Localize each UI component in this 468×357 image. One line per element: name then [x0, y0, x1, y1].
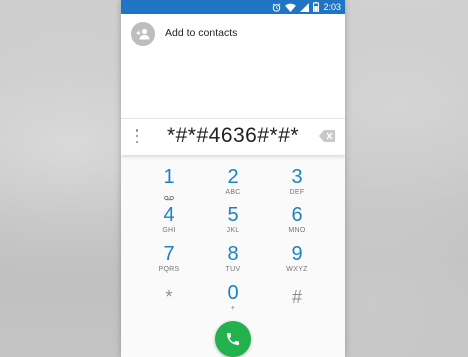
dial-key-0[interactable]: 0 +	[201, 282, 265, 320]
dial-key-letters: JKL	[226, 227, 240, 234]
dial-key-letters: WXYZ	[286, 266, 308, 273]
dial-key-5[interactable]: 5 JKL	[201, 204, 265, 242]
dial-key-digit: 2	[227, 166, 239, 188]
dial-key-digit: 8	[227, 243, 239, 265]
dial-key-letters: DEF	[289, 189, 305, 196]
dial-key-7[interactable]: 7 PQRS	[137, 243, 201, 281]
dial-key-letters: PQRS	[158, 266, 180, 273]
add-person-icon	[131, 22, 155, 46]
dial-key-3[interactable]: 3 DEF	[265, 166, 329, 204]
dial-key-letters: GHI	[162, 227, 176, 234]
overflow-menu-icon[interactable]	[135, 129, 139, 143]
entered-digits[interactable]: *#*#4636#*#*	[153, 123, 313, 149]
call-button[interactable]	[215, 321, 251, 357]
dial-key-letters: ABC	[225, 189, 241, 196]
voicemail-icon	[137, 188, 201, 201]
dial-key-1[interactable]: 1	[137, 166, 201, 204]
dial-key-digit: 6	[291, 204, 303, 226]
backspace-icon[interactable]	[319, 129, 335, 142]
dial-key-digit: 9	[291, 243, 303, 265]
add-to-contacts-button[interactable]: Add to contacts	[121, 14, 345, 54]
dial-key-digit: 0	[227, 282, 239, 304]
dial-key-digit: 7	[163, 243, 175, 265]
status-time: 2:03	[323, 2, 341, 12]
alarm-icon	[272, 2, 281, 12]
dialpad: 1 2 ABC 3 DEF 4 GHI 5 JKL 6 MNO 7 PQRS 8…	[121, 154, 345, 357]
phone-screen: 2:03 Add to contacts *#*#4636#*#* 1 2 AB…	[121, 0, 345, 357]
dial-key-letters: +	[230, 305, 236, 312]
dial-key-2[interactable]: 2 ABC	[201, 166, 265, 204]
dial-key-8[interactable]: 8 TUV	[201, 243, 265, 281]
dial-key-4[interactable]: 4 GHI	[137, 204, 201, 242]
phone-icon	[225, 331, 241, 347]
dial-key-9[interactable]: 9 WXYZ	[265, 243, 329, 281]
dial-key-digit: 4	[163, 204, 175, 226]
dial-key-star[interactable]: *	[137, 286, 201, 324]
add-to-contacts-label: Add to contacts	[165, 27, 238, 39]
dial-key-pound[interactable]: #	[265, 286, 329, 324]
dial-key-symbol: #	[291, 287, 302, 307]
dial-key-digit: 3	[291, 166, 303, 188]
wifi-icon	[285, 3, 297, 12]
dial-key-symbol: *	[165, 287, 173, 307]
status-bar: 2:03	[121, 0, 345, 14]
dial-key-letters: TUV	[225, 266, 241, 273]
dial-key-6[interactable]: 6 MNO	[265, 204, 329, 242]
dial-key-digit: 1	[163, 166, 175, 188]
status-icons: 2:03	[272, 0, 341, 14]
dial-key-letters: MNO	[288, 227, 306, 234]
dial-key-digit: 5	[227, 204, 239, 226]
digits-field: *#*#4636#*#*	[121, 118, 345, 155]
signal-icon	[300, 2, 310, 12]
battery-icon	[313, 2, 320, 12]
